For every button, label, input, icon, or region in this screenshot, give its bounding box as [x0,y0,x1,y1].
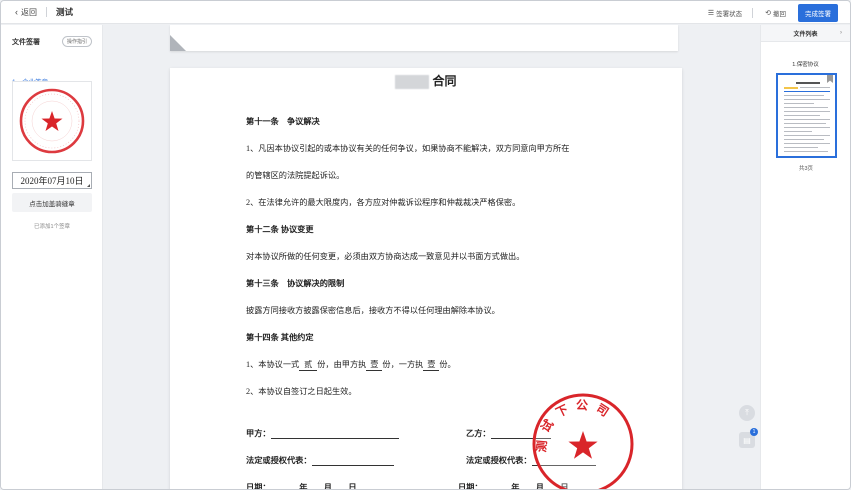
clause-text: 1、凡因本协议引起的或本协议有关的任何争议，如果协商不能解决，双方同意向甲方所在 [246,144,570,153]
file-list-title: 文件列表 [793,31,818,38]
document-title: 合同 [170,72,682,89]
add-seam-seal-button[interactable]: 点击加盖骑缝章 [12,193,92,212]
document-icon: ▤ [743,435,751,445]
comments-button[interactable]: ▤ 1 [739,428,758,448]
clause-text: 的管辖区的法院提起诉讼。 [246,171,345,180]
company-stamp[interactable]: 测试下公司 [530,391,636,489]
bookmark-icon [827,75,833,83]
revoke-button[interactable]: ⟲ 撤回 [765,8,786,18]
file-name: 1.保密协议 [792,62,819,68]
undo-icon: ⟲ [765,9,771,17]
date-a-line: 日期： 年 月 日 [246,483,357,490]
effective-clause: 2、本协议自签订之日起生效。 [246,387,357,396]
finish-sign-button[interactable]: 完成签署 [798,3,838,22]
total-copies-value: 贰 [299,358,318,371]
redacted-text [395,74,430,89]
revoke-label: 撤回 [773,10,786,18]
app-window: ‹ 返回 测试 ☰ 签署状态 ⟲ 撤回 完成签署 文件签署 操作指引 1、企业签… [0,0,851,490]
document-viewer[interactable]: 合同 第十一条 争议解决 1、凡因本协议引起的或本协议有关的任何争议，如果协商不… [104,25,759,490]
header-divider [752,7,754,18]
ops-guide-button[interactable]: 操作指引 [61,36,92,47]
previous-page [170,25,678,51]
back-label: 返回 [21,7,37,17]
top-bar: ‹ 返回 测试 ☰ 签署状态 ⟲ 撤回 完成签署 [1,1,850,24]
clause-heading: 第十三条 协议解决的限制 [246,279,345,288]
page-fold-icon [170,35,186,51]
page-thumbnail[interactable] [776,73,837,158]
clause-text: 2、在法律允许的最大限度内，各方应对仲裁诉讼程序和仲裁裁决严格保密。 [246,198,521,207]
sign-status-button[interactable]: ☰ 签署状态 [708,8,742,18]
page-count: 共3页 [798,166,814,172]
seal-card[interactable] [12,81,92,161]
stamp-graphic: 测试下公司 [532,393,634,489]
chevron-right-icon[interactable]: › [840,30,842,36]
chevron-left-icon: ‹ [15,7,18,17]
clause-text: 披露方同接收方披露保密信息后，接收方不得以任何理由解除本协议。 [246,306,500,315]
clause-heading: 第十四条 其他约定 [246,333,314,342]
clause-heading: 第十一条 争议解决 [246,117,320,126]
copies-text-3: 份，一方执 [382,360,424,369]
header-actions: ☰ 签署状态 ⟲ 撤回 完成签署 [696,1,838,24]
added-count-text: 已添加1个签章 [33,224,71,230]
document-title-suffix: 合同 [432,74,457,88]
scroll-top-button[interactable]: ⤒ [739,405,755,421]
back-button[interactable]: ‹ 返回 [15,7,37,18]
rep-b-label: 法定或授权代表： [466,456,532,465]
seal-thumbnail [19,88,85,154]
rep-a-line: 法定或授权代表： [246,454,394,466]
arrow-up-icon: ⤒ [745,408,749,417]
seal-date-value: 2020年07月10日 [20,176,84,186]
clause-heading: 第十二条 协议变更 [246,225,314,234]
left-sidebar-header: 文件签署 操作指引 [1,25,102,47]
document-page: 合同 第十一条 争议解决 1、凡因本协议引起的或本协议有关的任何争议，如果协商不… [170,68,682,490]
header-divider [46,7,47,17]
clause-text: 对本协议所做的任何变更，必须由双方协商达成一致意见并以书面方式做出。 [246,252,525,261]
seal-date-field[interactable]: 2020年07月10日 [12,172,92,189]
party-b-copies-value: 壹 [423,358,440,371]
file-list-header: 文件列表 › [761,25,850,42]
party-a-line: 甲方： [246,427,399,439]
left-sidebar: 文件签署 操作指引 1、企业签章 2020年07月10日 点击加盖骑缝章 已添加… [1,25,103,489]
sign-status-label: 签署状态 [716,10,743,18]
right-sidebar: 文件列表 › 1.保密协议 共3页 [760,25,850,489]
page-title: 测试 [56,7,74,17]
party-a-label: 甲方： [246,429,271,438]
sidebar-title: 文件签署 [12,38,40,46]
copies-clause: 1、本协议一式贰份，由甲方执壹份，一方执壹份。 [246,358,456,371]
resize-handle-icon[interactable] [87,184,90,187]
copies-text-1: 1、本协议一式 [246,360,300,369]
rep-a-label: 法定或授权代表： [246,456,312,465]
copies-text-4: 份。 [439,360,456,369]
party-b-label: 乙方： [466,429,491,438]
copies-text-2: 份，由甲方执 [317,360,367,369]
notification-badge: 1 [750,428,758,436]
list-icon: ☰ [707,9,715,17]
party-a-blank [270,431,399,439]
party-a-copies-value: 壹 [366,358,383,371]
rep-a-blank [311,458,394,466]
